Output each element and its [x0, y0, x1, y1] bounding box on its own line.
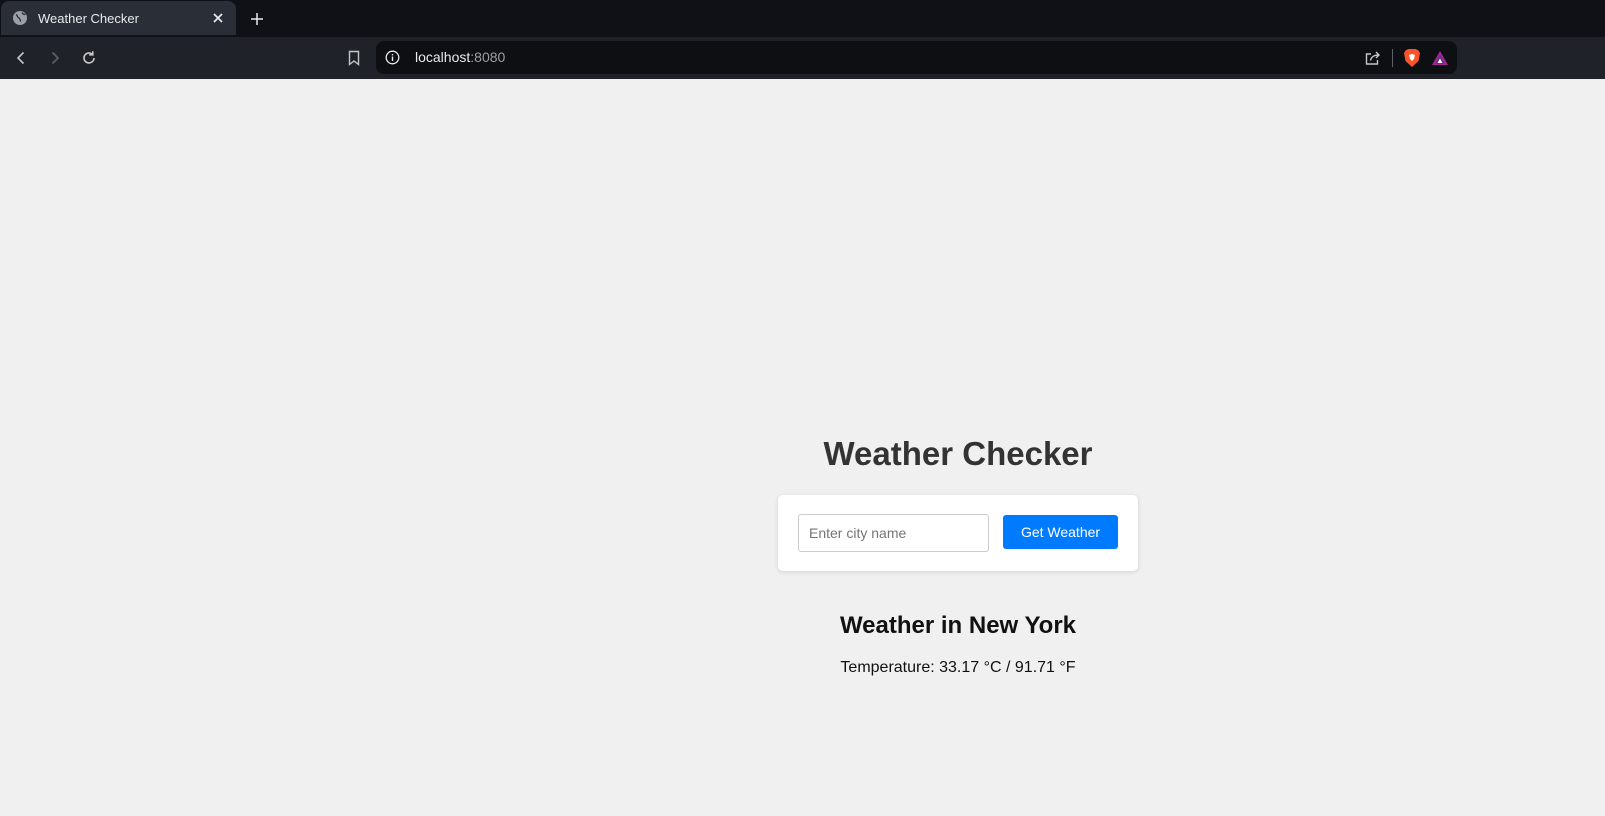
tab-title: Weather Checker [38, 10, 139, 26]
close-icon[interactable] [210, 10, 226, 26]
bookmark-icon[interactable] [341, 45, 367, 71]
address-bar-actions [1364, 46, 1449, 69]
reload-icon[interactable] [76, 45, 102, 71]
result-title: Weather in New York [839, 612, 1077, 639]
city-input[interactable] [798, 514, 989, 552]
address-bar[interactable]: localhost:8080 [376, 41, 1457, 74]
divider [1392, 48, 1393, 67]
temperature-text: Temperature: 33.17 °C / 91.71 °F [840, 659, 1076, 676]
url-text: localhost:8080 [415, 49, 505, 65]
globe-icon [12, 10, 28, 26]
browser-toolbar: localhost:8080 [0, 37, 1605, 79]
brave-rewards-icon[interactable] [1431, 50, 1449, 66]
tab-strip: Weather Checker [0, 0, 1605, 37]
url-port: :8080 [470, 49, 506, 65]
get-weather-button[interactable]: Get Weather [1003, 515, 1118, 549]
back-icon[interactable] [8, 45, 34, 71]
url-host: localhost [415, 49, 471, 65]
info-icon[interactable] [385, 50, 400, 65]
browser-tab[interactable]: Weather Checker [1, 1, 236, 35]
page-content: Weather Checker Get Weather Weather in N… [0, 79, 1605, 816]
plus-icon[interactable] [247, 9, 267, 29]
brave-shields-icon[interactable] [1403, 48, 1421, 68]
search-card: Get Weather [778, 495, 1138, 571]
forward-icon[interactable] [42, 45, 68, 71]
share-icon[interactable] [1364, 50, 1382, 66]
page-title: Weather Checker [823, 435, 1093, 472]
